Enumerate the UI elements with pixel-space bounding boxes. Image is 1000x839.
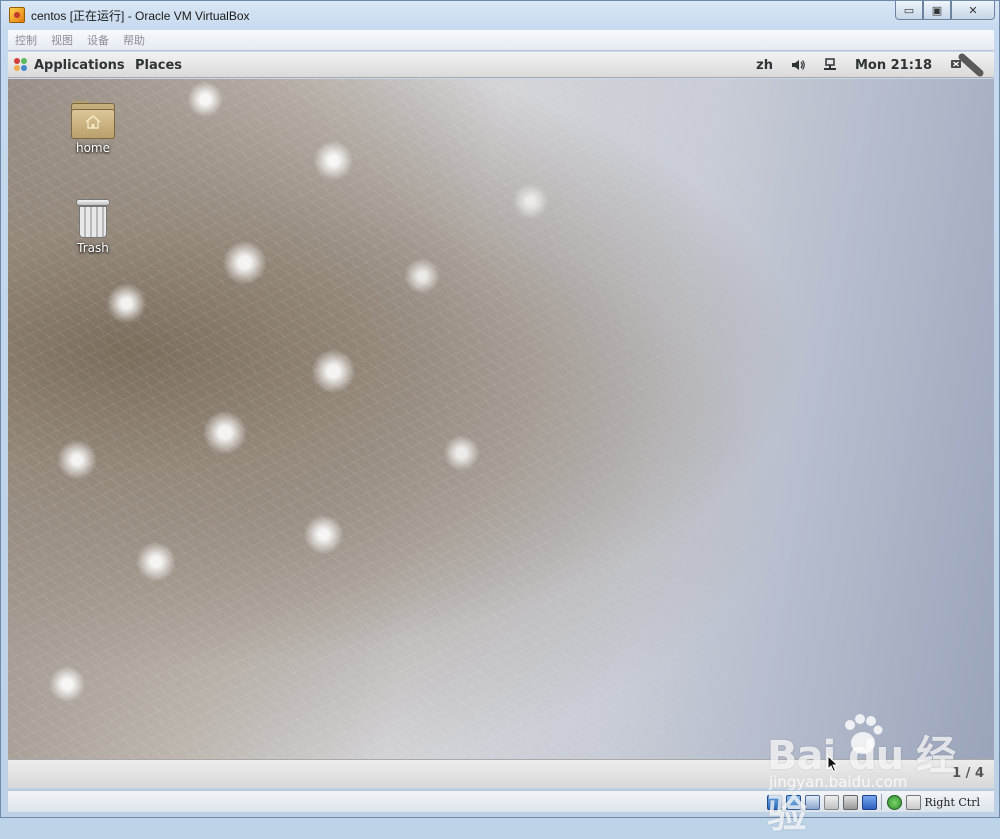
desktop-icon-label: home <box>75 141 111 155</box>
restore-icon: ▣ <box>931 3 943 17</box>
places-menu[interactable]: Places <box>135 56 182 74</box>
desktop-icon-label: Trash <box>77 241 109 255</box>
display-icon[interactable] <box>861 794 877 810</box>
host-key-label: Right Ctrl <box>924 795 980 809</box>
menu-help[interactable]: 帮助 <box>123 32 145 48</box>
clock-label: Mon 21:18 <box>854 57 932 73</box>
window-controls: ▭ ▣ ✕ <box>895 1 995 20</box>
virtualbox-window: centos [正在运行] - Oracle VM VirtualBox ▭ ▣… <box>0 0 1000 837</box>
close-icon: ✕ <box>968 3 978 17</box>
applications-menu[interactable]: Applications <box>14 56 125 74</box>
desktop-icon-trash[interactable]: Trash <box>53 197 133 255</box>
network-indicator[interactable] <box>823 58 837 72</box>
title-bar[interactable]: centos [正在运行] - Oracle VM VirtualBox ▭ ▣… <box>1 1 999 29</box>
language-label: zh <box>756 57 773 73</box>
panel-status-area: zh Mon 21:18 <box>756 52 994 78</box>
status-separator <box>880 794 882 810</box>
maximize-button[interactable]: ▣ <box>923 1 951 20</box>
gnome-top-panel: Applications Places zh Mon 21:18 <box>8 52 994 78</box>
volume-icon <box>791 60 805 70</box>
wired-network-icon <box>823 58 836 70</box>
menu-view[interactable]: 视图 <box>51 32 73 48</box>
places-label: Places <box>135 57 183 73</box>
volume-indicator[interactable] <box>791 58 805 72</box>
clock[interactable]: Mon 21:18 <box>855 58 932 73</box>
applications-label: Applications <box>34 57 125 73</box>
gnome-desktop[interactable]: home Trash <box>8 79 994 759</box>
minimize-icon: ▭ <box>903 3 915 17</box>
minimize-button[interactable]: ▭ <box>895 1 923 20</box>
gnome-bottom-panel: 1 / 4 <box>8 759 994 788</box>
trash-icon <box>75 197 111 239</box>
mouse-cursor-icon <box>827 755 839 773</box>
hard-disk-icon[interactable] <box>766 794 782 810</box>
home-folder-icon <box>71 101 115 139</box>
desktop-icon-home[interactable]: home <box>53 101 133 155</box>
network-icon[interactable] <box>804 794 820 810</box>
keyboard-icon[interactable] <box>905 794 921 810</box>
device-indicators: Right Ctrl <box>766 793 994 811</box>
usb-icon[interactable] <box>823 794 839 810</box>
system-menu[interactable] <box>950 53 986 77</box>
optical-drive-icon[interactable] <box>785 794 801 810</box>
mouse-integration-icon[interactable] <box>886 794 902 810</box>
menu-devices[interactable]: 设备 <box>87 32 109 48</box>
virtualbox-app-icon[interactable] <box>9 7 25 23</box>
virtualbox-status-bar: Right Ctrl <box>8 790 994 812</box>
shared-folders-icon[interactable] <box>842 794 858 810</box>
dandelion-wallpaper <box>8 79 994 759</box>
workspace-switcher[interactable]: 1 / 4 <box>952 766 984 781</box>
system-status-icon <box>951 53 984 77</box>
input-method-indicator[interactable]: zh <box>756 58 773 73</box>
gnome-foot-icon <box>14 58 28 72</box>
window-title: centos [正在运行] - Oracle VM VirtualBox <box>31 9 250 23</box>
virtualbox-menu-bar: 控制 视图 设备 帮助 <box>8 30 994 51</box>
close-button[interactable]: ✕ <box>951 1 995 20</box>
menu-control[interactable]: 控制 <box>15 32 37 48</box>
